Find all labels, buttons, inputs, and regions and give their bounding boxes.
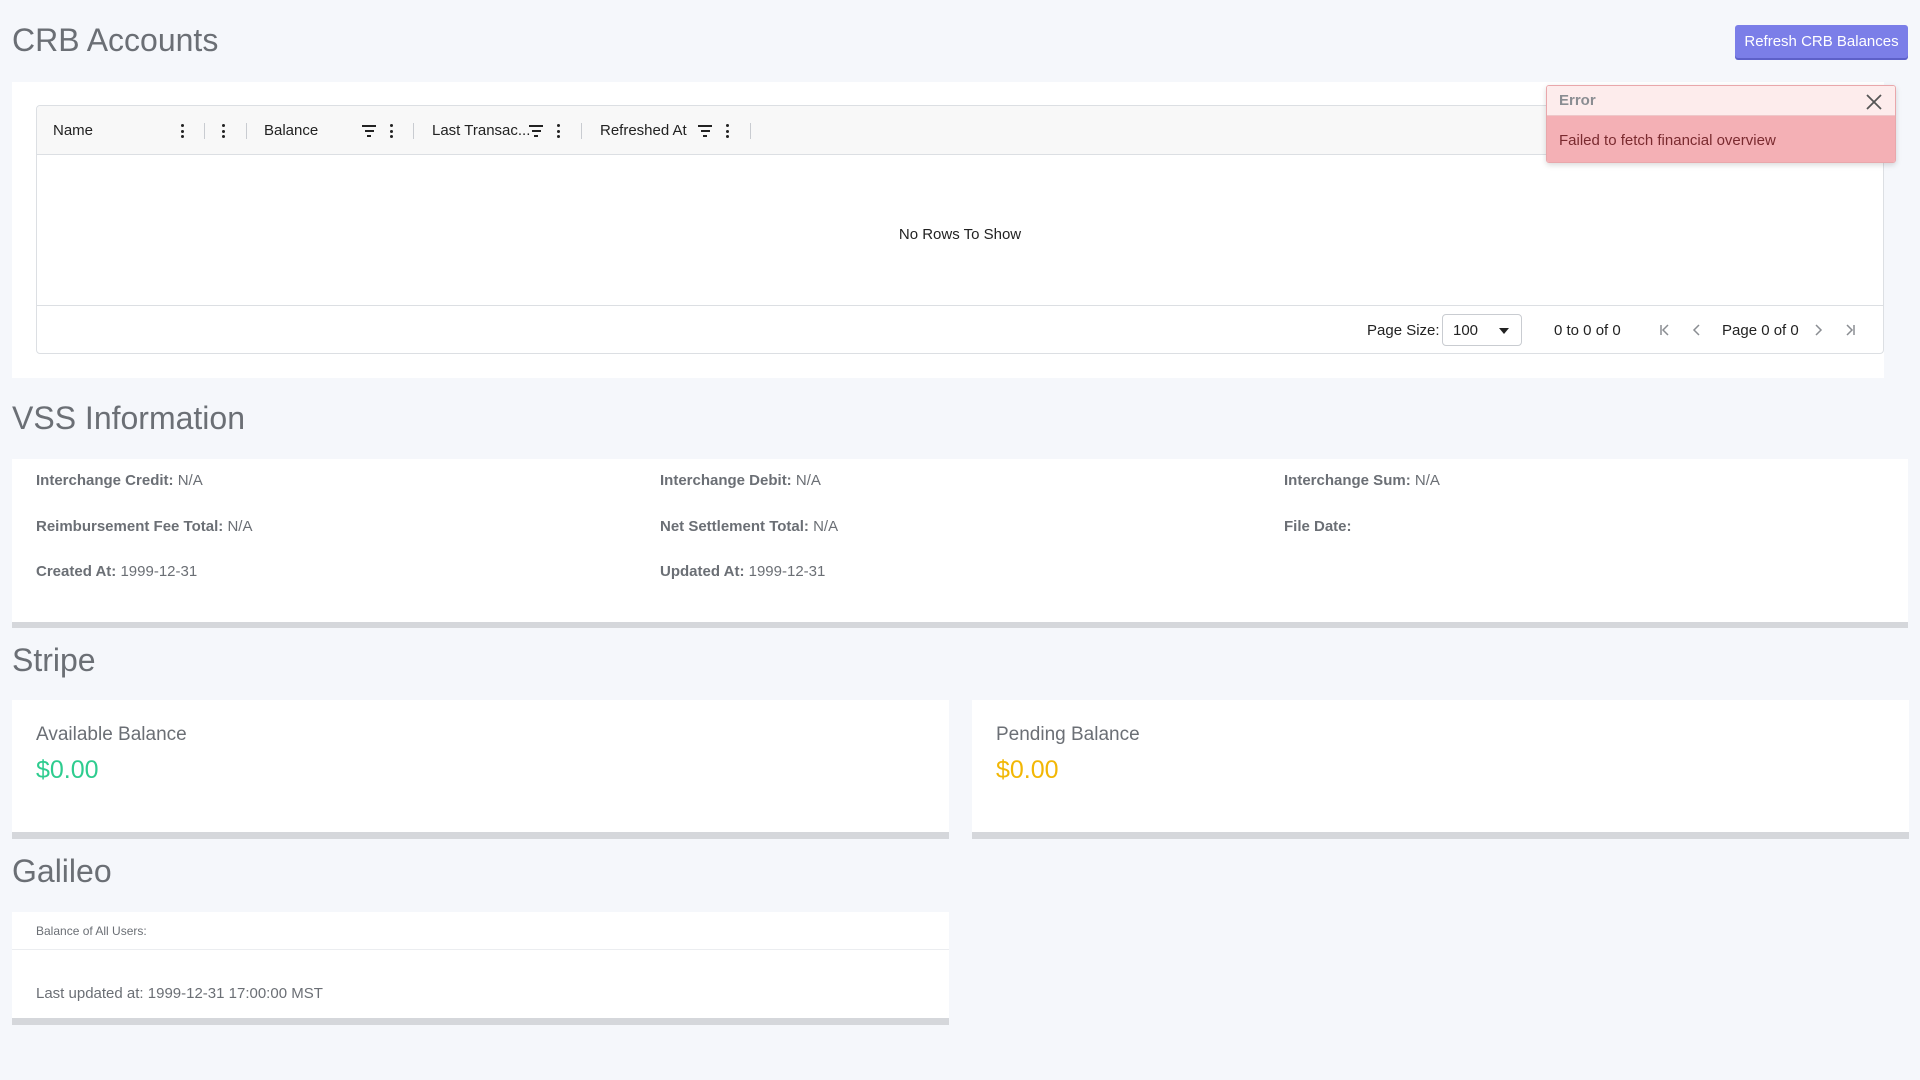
column-menu-icon[interactable] [176,122,188,140]
filter-icon[interactable] [698,125,712,137]
net-settlement-total: Net Settlement Total: N/A [660,518,839,535]
page-size-label: Page Size: [1367,321,1440,339]
stripe-title: Stripe [12,642,96,678]
interchange-debit: Interchange Debit: N/A [660,472,821,489]
column-header-refreshed-at[interactable]: Refreshed At [600,106,687,155]
page-indicator: Page 0 of 0 [1722,321,1799,339]
column-resize-handle[interactable] [750,123,751,139]
divider [12,949,949,950]
vss-information-card: Interchange Credit: N/A Interchange Debi… [12,459,1908,628]
chevron-down-icon [1499,328,1509,334]
column-resize-handle[interactable] [413,123,414,139]
column-resize-handle[interactable] [204,123,205,139]
column-resize-handle[interactable] [581,123,582,139]
refresh-crb-balances-button[interactable]: Refresh CRB Balances [1735,25,1908,58]
column-header-balance[interactable]: Balance [264,106,318,155]
column-header-name[interactable]: Name [53,106,93,155]
column-menu-icon[interactable] [217,122,229,140]
toast-header: Error [1547,86,1895,116]
toast-message: Failed to fetch financial overview [1547,116,1895,162]
file-date: File Date: [1284,518,1352,535]
crb-accounts-title: CRB Accounts [12,22,219,58]
no-rows-message: No Rows To Show [898,226,1022,243]
created-at: Created At: 1999-12-31 [36,563,198,580]
column-menu-icon[interactable] [552,122,564,140]
column-menu-icon[interactable] [385,122,397,140]
filter-icon[interactable] [529,125,543,137]
row-range-text: 0 to 0 of 0 [1554,321,1621,339]
error-toast: Error Failed to fetch financial overview [1546,85,1896,163]
first-page-icon[interactable] [1658,323,1672,337]
page-size-select[interactable]: 100 [1442,314,1522,346]
available-balance-card: Available Balance $0.00 [12,700,949,839]
last-updated-text: Last updated at: 1999-12-31 17:00:00 MST [36,985,323,1002]
pending-balance-label: Pending Balance [996,724,1140,745]
last-page-icon[interactable] [1843,323,1857,337]
pending-balance-value: $0.00 [996,756,1059,784]
column-menu-icon[interactable] [721,122,733,140]
close-icon[interactable] [1865,93,1883,111]
column-resize-handle[interactable] [246,123,247,139]
toast-title: Error [1559,92,1596,109]
vss-information-title: VSS Information [12,400,245,436]
updated-at: Updated At: 1999-12-31 [660,563,826,580]
reimbursement-fee-total: Reimbursement Fee Total: N/A [36,518,253,535]
filter-icon[interactable] [362,125,376,137]
next-page-icon[interactable] [1811,323,1825,337]
interchange-sum: Interchange Sum: N/A [1284,472,1440,489]
available-balance-label: Available Balance [36,724,187,745]
column-header-last-transaction[interactable]: Last Transac... [432,106,530,155]
interchange-credit: Interchange Credit: N/A [36,472,203,489]
previous-page-icon[interactable] [1690,323,1704,337]
balance-of-all-users-label: Balance of All Users: [36,924,147,938]
grid-pagination: Page Size: 100 0 to 0 of 0 Page 0 of 0 [37,305,1883,353]
pending-balance-card: Pending Balance $0.00 [972,700,1909,839]
galileo-card: Balance of All Users: Last updated at: 1… [12,912,949,1025]
galileo-title: Galileo [12,853,112,889]
page-size-value: 100 [1453,321,1479,339]
available-balance-value: $0.00 [36,756,99,784]
